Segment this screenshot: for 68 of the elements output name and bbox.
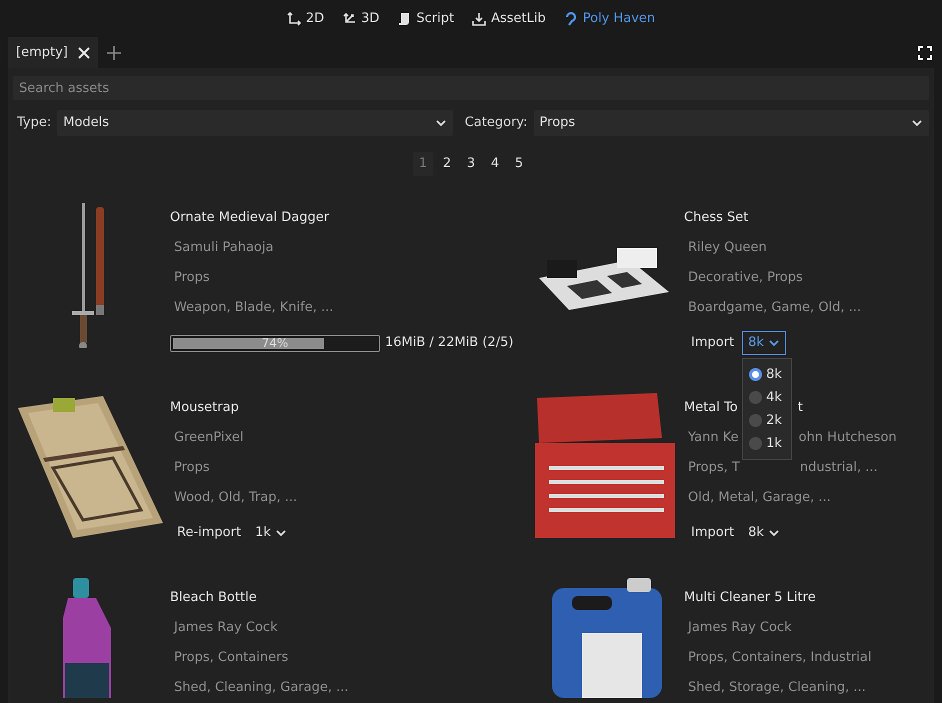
- import-button[interactable]: Import: [685, 331, 740, 355]
- asset-title: Bleach Bottle: [170, 589, 257, 608]
- asset-title: Ornate Medieval Dagger: [170, 209, 330, 228]
- add-icon[interactable]: [106, 44, 122, 60]
- asset-title: Mousetrap: [170, 399, 239, 418]
- axes-icon: [342, 12, 356, 26]
- asset-author: ohn Hutcheson: [798, 429, 897, 448]
- workspace-tab[interactable]: Script: [393, 8, 458, 28]
- asset-tags: Wood, Old, Trap, ...: [174, 488, 298, 508]
- asset-title: t: [798, 399, 803, 418]
- page-button[interactable]: 4: [485, 152, 505, 176]
- page-button[interactable]: 5: [509, 152, 529, 176]
- asset-title: Metal To: [684, 399, 738, 418]
- resolution-option[interactable]: 1k: [743, 432, 792, 455]
- filter-label: Category:: [464, 114, 528, 132]
- fullscreen-icon[interactable]: [918, 46, 932, 60]
- asset-categories: Decorative, Props: [688, 269, 803, 288]
- search-field[interactable]: Search assets: [13, 76, 929, 100]
- asset-tags: Shed, Storage, Cleaning, ...: [688, 678, 866, 698]
- workspace-tab[interactable]: 2D: [282, 8, 328, 28]
- workspace-tab[interactable]: 3D: [338, 8, 384, 28]
- chevron-down-icon: [911, 119, 924, 127]
- asset-tags: Old, Metal, Garage, ...: [688, 488, 831, 508]
- asset-categories: Props: [174, 459, 210, 478]
- axes-icon: [286, 12, 301, 26]
- import-button[interactable]: Import: [685, 521, 740, 545]
- download-icon: [472, 12, 486, 26]
- asset-categories: Props, Containers: [174, 649, 288, 668]
- chevron-down-icon: [768, 339, 780, 347]
- scroll-icon: [397, 12, 412, 26]
- asset-tags: Shed, Cleaning, Garage, ...: [174, 678, 349, 698]
- resolution-dropdown[interactable]: 8k: [742, 331, 786, 355]
- asset-tags: Weapon, Blade, Knife, ...: [174, 298, 334, 318]
- resolution-option[interactable]: 4k: [743, 386, 792, 409]
- filter-label: Type:: [16, 114, 52, 132]
- filter-dropdown[interactable]: Props: [534, 110, 930, 136]
- close-icon[interactable]: [78, 46, 90, 58]
- asset-author: GreenPixel: [174, 429, 244, 448]
- asset-author: Yann Ke: [688, 429, 739, 448]
- asset-categories: Props, T: [688, 459, 740, 478]
- asset-title: Chess Set: [684, 209, 748, 228]
- tab-label: [empty]: [16, 44, 68, 62]
- asset-categories: ndustrial, ...: [800, 459, 878, 478]
- filter-dropdown[interactable]: Models: [57, 110, 453, 136]
- scene-tab[interactable]: [empty]: [8, 37, 98, 68]
- asset-author: Samuli Pahaoja: [174, 239, 274, 258]
- resolution-dropdown[interactable]: 1k: [249, 521, 293, 545]
- import-button[interactable]: Re-import: [171, 521, 248, 545]
- resolution-option[interactable]: 2k: [743, 409, 792, 432]
- page-button[interactable]: 2: [437, 152, 457, 176]
- asset-categories: Props, Containers, Industrial: [688, 649, 872, 668]
- workspace-tab[interactable]: AssetLib: [468, 8, 550, 28]
- resolution-option[interactable]: 8k: [743, 363, 792, 386]
- asset-author: James Ray Cock: [688, 619, 792, 638]
- workspace-tab[interactable]: Poly Haven: [560, 8, 660, 28]
- resolution-dropdown[interactable]: 8k: [742, 521, 786, 545]
- chevron-down-icon: [768, 529, 780, 537]
- download-size: 16MiB / 22MiB (2/5): [385, 334, 514, 352]
- hook-icon: [564, 12, 578, 26]
- progress-label: 74%: [260, 336, 290, 350]
- asset-author: Riley Queen: [688, 239, 767, 258]
- asset-author: James Ray Cock: [174, 619, 278, 638]
- chevron-down-icon: [274, 529, 287, 537]
- chevron-down-icon: [434, 119, 447, 127]
- asset-tags: Boardgame, Game, Old, ...: [688, 298, 862, 318]
- page-button[interactable]: 3: [461, 152, 481, 176]
- asset-title: Multi Cleaner 5 Litre: [684, 589, 816, 608]
- asset-categories: Props: [174, 269, 210, 288]
